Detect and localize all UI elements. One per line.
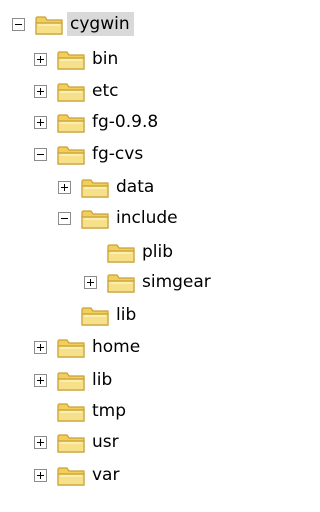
folder-icon [56, 111, 86, 135]
expand-icon[interactable] [34, 374, 47, 387]
expand-icon[interactable] [34, 341, 47, 354]
tree-item-label[interactable]: lib [113, 303, 140, 327]
tree-item[interactable]: usr [0, 428, 272, 458]
tree-item-label[interactable]: tmp [89, 399, 130, 423]
folder-tree: cygwin bin etc fg-0.9.8 fg-cvs data include pli… [0, 0, 272, 512]
tree-item-label[interactable]: var [89, 463, 123, 487]
tree-item-label[interactable]: etc [89, 79, 122, 103]
tree-item[interactable]: var [0, 461, 272, 491]
tree-item[interactable]: cygwin [0, 10, 272, 40]
folder-icon [106, 271, 136, 295]
folder-icon [56, 143, 86, 167]
folder-icon [106, 241, 136, 265]
tree-item-label[interactable]: lib [89, 368, 116, 392]
tree-item-label[interactable]: fg-0.9.8 [89, 110, 162, 134]
tree-item[interactable]: fg-cvs [0, 140, 272, 170]
folder-icon [56, 336, 86, 360]
folder-icon [56, 369, 86, 393]
folder-icon [56, 48, 86, 72]
expand-icon[interactable] [34, 116, 47, 129]
folder-icon [56, 80, 86, 104]
tree-item[interactable]: lib [0, 366, 272, 396]
tree-item-label[interactable]: plib [139, 240, 177, 264]
tree-item-label[interactable]: fg-cvs [89, 142, 147, 166]
tree-item-label[interactable]: include [113, 206, 182, 230]
folder-icon [80, 176, 110, 200]
tree-item-label[interactable]: usr [89, 430, 123, 454]
folder-icon [34, 13, 64, 37]
folder-icon [56, 464, 86, 488]
expand-icon[interactable] [34, 53, 47, 66]
tree-item[interactable]: bin [0, 45, 272, 75]
tree-item-label[interactable]: home [89, 335, 144, 359]
expand-icon[interactable] [84, 276, 97, 289]
expand-icon[interactable] [34, 436, 47, 449]
tree-item[interactable]: simgear [0, 268, 272, 298]
tree-item[interactable]: data [0, 173, 272, 203]
tree-item[interactable]: fg-0.9.8 [0, 108, 272, 138]
expand-icon[interactable] [58, 181, 71, 194]
tree-item[interactable]: tmp [0, 397, 272, 427]
collapse-icon[interactable] [58, 212, 71, 225]
folder-icon [80, 207, 110, 231]
tree-item-label[interactable]: cygwin [67, 12, 134, 36]
tree-item[interactable]: home [0, 333, 272, 363]
tree-item-label[interactable]: simgear [139, 270, 215, 294]
collapse-icon[interactable] [34, 148, 47, 161]
tree-item[interactable]: lib [0, 301, 272, 331]
tree-item[interactable]: plib [0, 238, 272, 268]
expand-icon[interactable] [34, 469, 47, 482]
tree-item[interactable]: etc [0, 77, 272, 107]
folder-icon [56, 431, 86, 455]
folder-icon [80, 304, 110, 328]
tree-item[interactable]: include [0, 204, 272, 234]
tree-item-label[interactable]: bin [89, 47, 122, 71]
expand-icon[interactable] [34, 85, 47, 98]
collapse-icon[interactable] [12, 18, 25, 31]
tree-item-label[interactable]: data [113, 175, 158, 199]
folder-icon [56, 400, 86, 424]
